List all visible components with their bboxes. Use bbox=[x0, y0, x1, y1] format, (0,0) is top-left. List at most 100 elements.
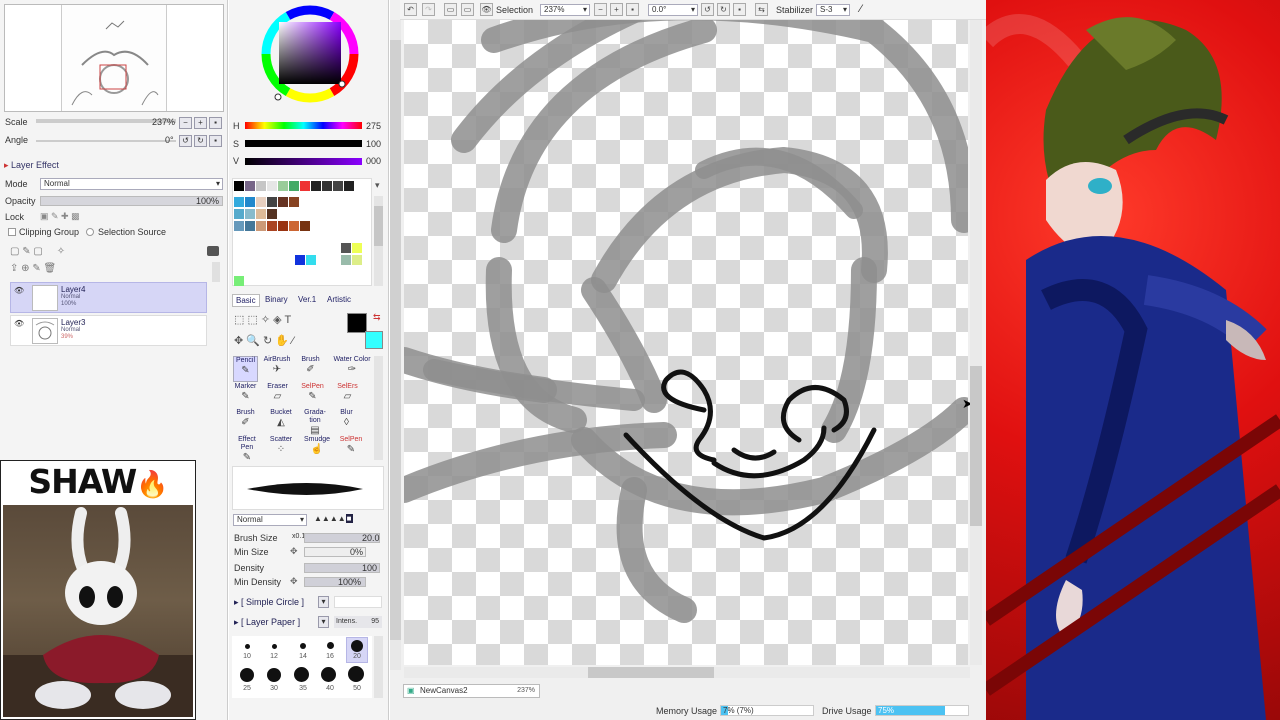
pressure-icon[interactable]: ✥ bbox=[290, 576, 298, 587]
brush-mode-select[interactable]: Normal ▾ bbox=[233, 514, 307, 526]
swatch[interactable] bbox=[278, 181, 288, 191]
swatch[interactable] bbox=[267, 209, 277, 219]
swatch[interactable] bbox=[295, 255, 305, 265]
deselect-button[interactable]: ▭ bbox=[444, 3, 457, 16]
canvas-tab[interactable]: ▣ NewCanvas2 237% bbox=[403, 684, 540, 698]
main-color-swatch[interactable] bbox=[347, 313, 367, 333]
layer-row[interactable]: 👁 Layer3 Normal 39% bbox=[10, 315, 207, 346]
tool-blur[interactable]: Blur ◊ bbox=[334, 409, 359, 435]
swatch-scrollbar[interactable] bbox=[374, 196, 383, 286]
rotate-left-button[interactable]: ↺ bbox=[179, 135, 192, 147]
tool-pencil[interactable]: Pencil ✎ bbox=[233, 356, 258, 382]
h-slider[interactable] bbox=[245, 122, 362, 129]
swatch[interactable] bbox=[333, 181, 343, 191]
left-scroll-thumb[interactable] bbox=[390, 40, 401, 640]
swatch-scroll-thumb[interactable] bbox=[374, 206, 383, 246]
brush-size-palette[interactable]: 10 12 14 16 20 25 30 35 40 50 bbox=[232, 636, 372, 698]
swatch[interactable] bbox=[352, 255, 362, 265]
tool-bucket[interactable]: Bucket ◭ bbox=[266, 409, 296, 435]
tool-airbrush[interactable]: AirBrush ✈ bbox=[259, 356, 295, 382]
eye-icon[interactable]: 👁 bbox=[14, 319, 24, 328]
size-palette-scrollbar[interactable] bbox=[374, 636, 383, 698]
swatch[interactable] bbox=[256, 181, 266, 191]
line-tool-icon[interactable]: ⁄ bbox=[860, 3, 862, 15]
horizontal-scrollbar[interactable] bbox=[404, 667, 970, 678]
size-dot-25[interactable] bbox=[240, 668, 254, 682]
swatch[interactable] bbox=[311, 181, 321, 191]
swatch[interactable] bbox=[245, 197, 255, 207]
tool-selpen-2[interactable]: SelPen ✎ bbox=[336, 436, 366, 462]
zoom-out-button[interactable]: − bbox=[594, 3, 607, 16]
tool-gradation[interactable]: Grada-tion ▤ bbox=[301, 409, 329, 436]
v-slider[interactable] bbox=[245, 158, 362, 165]
size-dot-30[interactable] bbox=[267, 668, 281, 682]
brush-texture-toggle[interactable]: ▸ [ Layer Paper ] bbox=[234, 617, 300, 628]
selection-toggle-button[interactable]: 👁 bbox=[480, 3, 493, 16]
swatch[interactable] bbox=[234, 221, 244, 231]
swatch[interactable] bbox=[267, 221, 277, 231]
brush-edge-icons[interactable]: ▲▲▲▲■ bbox=[314, 514, 353, 523]
drawing-canvas[interactable] bbox=[404, 20, 968, 665]
stabilizer-select[interactable]: S-3 ▾ bbox=[816, 4, 850, 16]
selection-tool-icons[interactable]: ⬚ ⬚ ✧ ◈ T bbox=[234, 313, 291, 326]
tool-selpen[interactable]: SelPen ✎ bbox=[300, 383, 325, 409]
size-dot-16[interactable] bbox=[327, 642, 334, 649]
rotate-left-button[interactable]: ↺ bbox=[701, 3, 714, 16]
lock-icons[interactable]: ▣ ✎ ✚ ▩ bbox=[40, 211, 80, 222]
s-slider[interactable] bbox=[245, 140, 362, 147]
layer-mode-select[interactable]: Normal ▾ bbox=[40, 178, 223, 190]
swatch[interactable] bbox=[300, 221, 310, 231]
swatch-palette[interactable] bbox=[232, 178, 372, 286]
tool-brush-2[interactable]: Brush ✐ bbox=[233, 409, 258, 435]
zoom-in-button[interactable]: + bbox=[194, 117, 207, 129]
color-wheel[interactable] bbox=[247, 2, 373, 110]
tool-scatter[interactable]: Scatter ⁘ bbox=[266, 436, 296, 462]
tab-ver1[interactable]: Ver.1 bbox=[295, 294, 319, 307]
flip-button[interactable]: ⇆ bbox=[755, 3, 768, 16]
brush-shape-toggle[interactable]: ▸ [ Simple Circle ] bbox=[234, 597, 304, 608]
swatch[interactable] bbox=[234, 209, 244, 219]
swatch[interactable] bbox=[289, 181, 299, 191]
zoom-reset-button[interactable]: ▪ bbox=[626, 3, 639, 16]
pressure-icon[interactable]: ✥ bbox=[290, 546, 298, 557]
layer-list-scrollbar[interactable] bbox=[212, 262, 220, 282]
swatch[interactable] bbox=[234, 181, 244, 191]
swatch[interactable] bbox=[341, 255, 351, 265]
swatch[interactable] bbox=[267, 197, 277, 207]
brush-shape-dropdown[interactable]: ▾ bbox=[318, 596, 329, 608]
swap-colors-icon[interactable]: ⇆ bbox=[373, 312, 381, 323]
horizontal-scroll-thumb[interactable] bbox=[588, 667, 714, 678]
vertical-scrollbar[interactable] bbox=[970, 20, 982, 665]
tool-brush[interactable]: Brush ✐ bbox=[298, 356, 323, 382]
tool-scrollbar[interactable] bbox=[374, 356, 383, 460]
layer-action-icons-2[interactable]: ⇪ ⊕ ✎ 🗑 bbox=[10, 263, 56, 274]
size-dot-14[interactable] bbox=[300, 643, 306, 649]
navigation-tool-icons[interactable]: ✥ 🔍 ↻ ✋ ⁄ bbox=[234, 334, 294, 347]
tool-selers[interactable]: SelErs ▱ bbox=[335, 383, 360, 409]
swatch[interactable] bbox=[245, 221, 255, 231]
rotate-reset-button[interactable]: ▪ bbox=[733, 3, 746, 16]
size-dot-40[interactable] bbox=[321, 667, 336, 682]
swatch[interactable] bbox=[289, 221, 299, 231]
size-dot-20[interactable] bbox=[351, 640, 363, 652]
tool-eraser[interactable]: Eraser ▱ bbox=[265, 383, 290, 409]
size-dot-10[interactable] bbox=[245, 644, 250, 649]
tab-basic[interactable]: Basic bbox=[232, 294, 260, 307]
layer-row[interactable]: 👁 Layer4 Normal 100% bbox=[10, 282, 207, 313]
brush-edge-selected[interactable]: ■ bbox=[345, 514, 353, 523]
tool-watercolor[interactable]: Water Color ✑ bbox=[333, 356, 371, 382]
rotate-reset-button[interactable]: ▪ bbox=[209, 135, 222, 147]
left-panel-scrollbar[interactable] bbox=[390, 20, 401, 670]
tool-effect-pen[interactable]: Effect Pen ✎ bbox=[233, 436, 261, 463]
tool-smudge[interactable]: Smudge ☝ bbox=[301, 436, 333, 462]
swatch[interactable] bbox=[278, 197, 288, 207]
swatch[interactable] bbox=[341, 243, 351, 253]
intens-field[interactable]: Intens. 95 bbox=[334, 616, 382, 628]
swatch[interactable] bbox=[306, 255, 316, 265]
swatch[interactable] bbox=[344, 181, 354, 191]
tab-artistic[interactable]: Artistic bbox=[324, 294, 354, 307]
zoom-select[interactable]: 237% ▾ bbox=[540, 4, 590, 16]
size-dot-35[interactable] bbox=[294, 667, 309, 682]
swatch[interactable] bbox=[256, 221, 266, 231]
swatch[interactable] bbox=[245, 209, 255, 219]
